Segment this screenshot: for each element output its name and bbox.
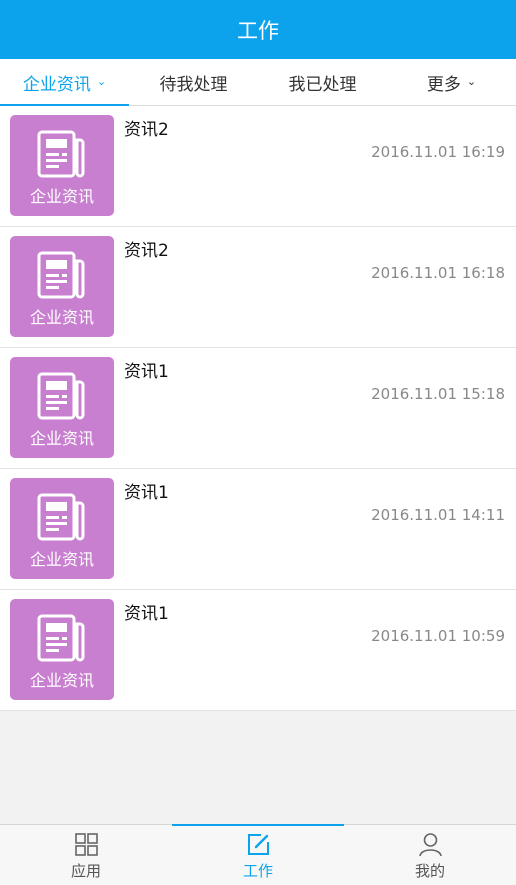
list-item[interactable]: 企业资讯 资讯1 2016.11.01 10:59 [0,590,516,711]
news-time: 2016.11.01 16:18 [371,264,505,282]
tab-processed[interactable]: 我已处理 [258,59,387,105]
tab-pending[interactable]: 待我处理 [129,59,258,105]
newspaper-icon [37,493,85,541]
news-title: 资讯2 [124,120,169,140]
news-thumbnail: 企业资讯 [10,599,114,700]
edit-icon [247,834,269,855]
chevron-down-icon: ⌄ [96,74,107,88]
newspaper-icon [37,251,85,299]
tab-company-news[interactable]: 企业资讯 ⌄ [0,59,129,106]
news-thumbnail: 企业资讯 [10,115,114,216]
page-title: 工作 [237,18,279,43]
grid-icon [74,833,98,856]
news-list: 企业资讯 资讯2 2016.11.01 16:19 企业资讯 资讯2 2016.… [0,106,516,711]
news-time: 2016.11.01 10:59 [371,627,505,645]
thumbnail-label: 企业资讯 [29,187,94,206]
person-icon [418,833,442,857]
nav-label: 应用 [70,862,101,880]
nav-label: 工作 [242,862,273,880]
tab-label: 待我处理 [159,74,228,95]
tab-bar: 企业资讯 ⌄ 待我处理 我已处理 更多 ⌄ [0,59,516,106]
news-thumbnail: 企业资讯 [10,357,114,458]
tab-label: 企业资讯 [22,74,91,95]
nav-label: 我的 [414,862,445,880]
thumbnail-label: 企业资讯 [29,671,94,690]
nav-apps[interactable]: 应用 [0,825,172,885]
news-title: 资讯1 [124,604,169,624]
news-title: 资讯2 [124,241,169,261]
news-title: 资讯1 [124,483,169,503]
newspaper-icon [37,130,85,178]
newspaper-icon [37,614,85,662]
tab-label: 我已处理 [288,74,357,95]
chevron-down-icon: ⌄ [466,74,477,88]
list-item[interactable]: 企业资讯 资讯1 2016.11.01 15:18 [0,348,516,469]
thumbnail-label: 企业资讯 [29,308,94,327]
newspaper-icon [37,372,85,420]
news-thumbnail: 企业资讯 [10,478,114,579]
list-item[interactable]: 企业资讯 资讯2 2016.11.01 16:18 [0,227,516,348]
news-title: 资讯1 [124,362,169,382]
list-item[interactable]: 企业资讯 资讯1 2016.11.01 14:11 [0,469,516,590]
list-item[interactable]: 企业资讯 资讯2 2016.11.01 16:19 [0,106,516,227]
thumbnail-label: 企业资讯 [29,550,94,569]
thumbnail-label: 企业资讯 [29,429,94,448]
news-time: 2016.11.01 16:19 [371,143,505,161]
news-time: 2016.11.01 15:18 [371,385,505,403]
app-header: 工作 [0,0,516,59]
nav-work[interactable]: 工作 [172,824,344,885]
news-time: 2016.11.01 14:11 [371,506,505,524]
news-thumbnail: 企业资讯 [10,236,114,337]
tab-more[interactable]: 更多 ⌄ [387,59,516,105]
tab-label: 更多 [426,74,461,95]
bottom-nav: 应用 工作 我的 [0,824,516,885]
nav-mine[interactable]: 我的 [344,825,516,885]
